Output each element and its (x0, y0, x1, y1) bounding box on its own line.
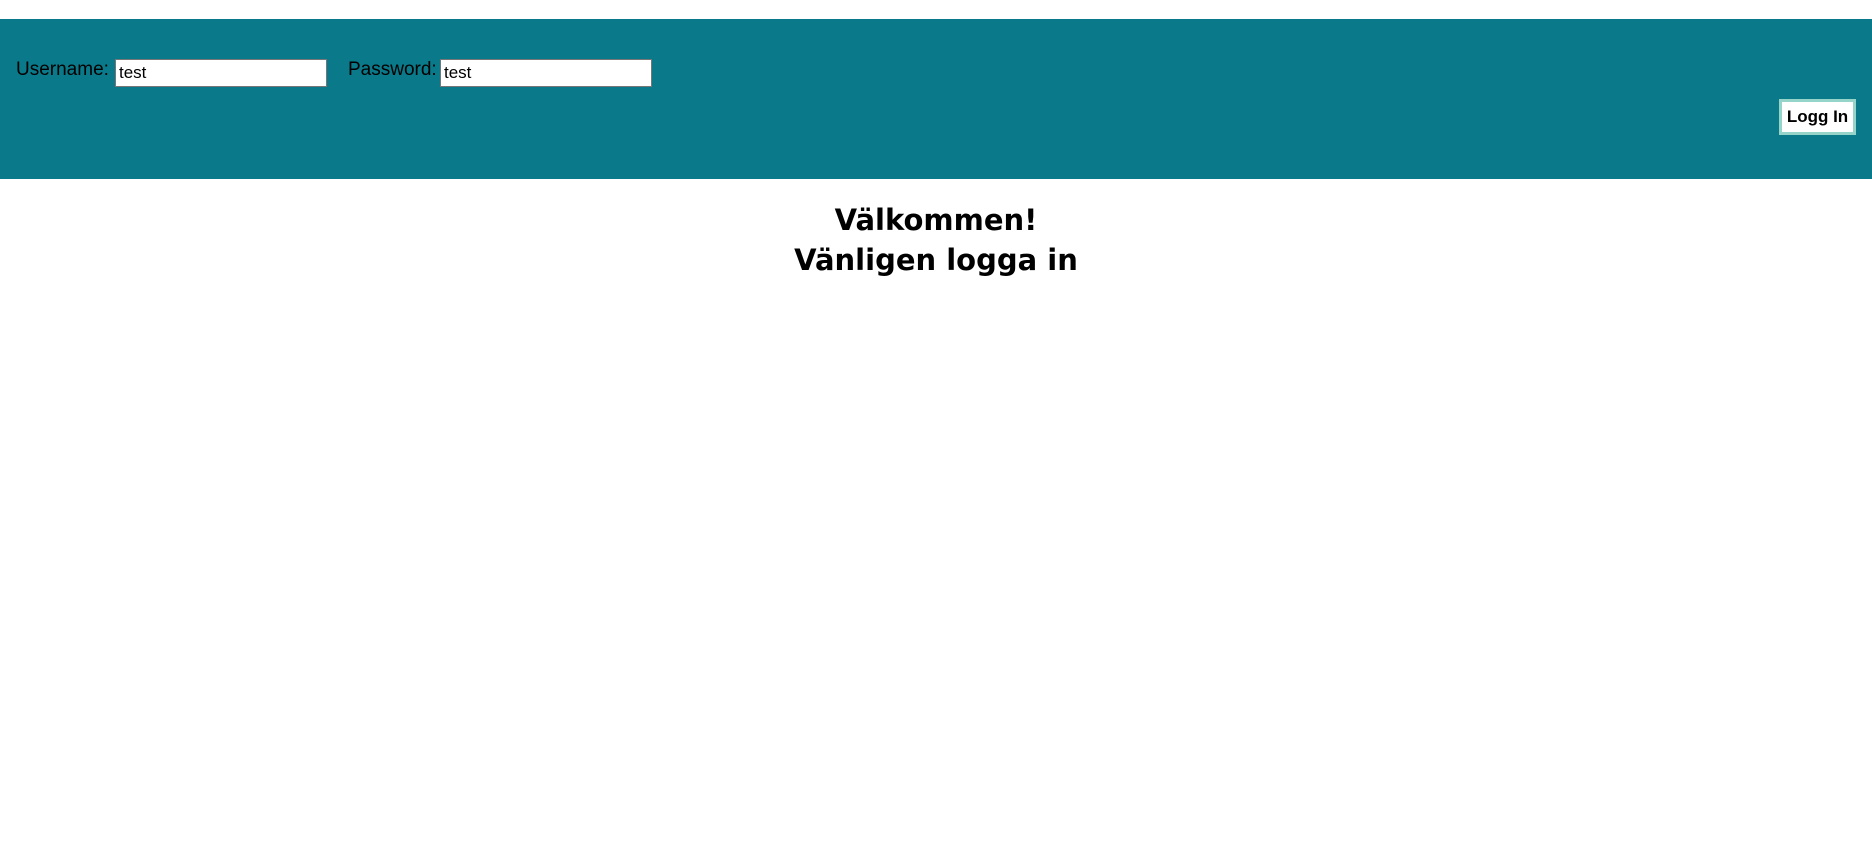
username-input[interactable] (115, 59, 327, 87)
password-input[interactable] (440, 59, 652, 87)
login-button[interactable]: Logg In (1779, 99, 1856, 135)
login-prompt: Vänligen logga in (794, 243, 1078, 277)
login-header: Username: Password: Logg In (0, 19, 1872, 179)
password-label: Password: (348, 59, 437, 80)
username-label: Username: (16, 59, 109, 80)
welcome-message: Välkommen! Vänligen logga in (0, 200, 1872, 280)
welcome-heading: Välkommen! (834, 203, 1038, 237)
